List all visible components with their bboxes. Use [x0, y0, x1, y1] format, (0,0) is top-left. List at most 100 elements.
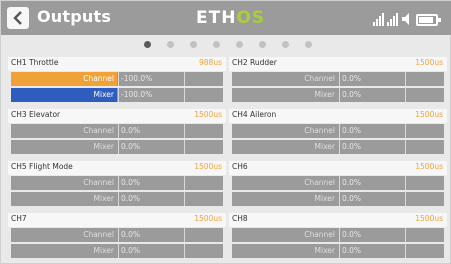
channel-label: Channel: [304, 74, 335, 83]
channel-label: Channel: [83, 230, 114, 239]
channel-name: CH4 Aileron: [232, 110, 277, 119]
channel-name: CH6: [232, 162, 248, 171]
channel-header: CH6 1500us: [229, 161, 447, 175]
mixer-row: Mixer 0.0%: [232, 244, 444, 258]
mixer-row: Mixer 0.0%: [11, 244, 223, 258]
channel-name: CH8: [232, 214, 248, 223]
channel-label: Channel: [304, 178, 335, 187]
mixer-row: Mixer 0.0%: [232, 192, 444, 206]
page-dot[interactable]: [167, 41, 174, 48]
channel-header: CH3 Elevator 1500us: [8, 109, 226, 123]
mixer-row: Mixer -100.0%: [11, 88, 223, 102]
channel-output-value: 1500us: [415, 214, 443, 223]
channel-label: Channel: [83, 178, 114, 187]
channel-label: Channel: [11, 72, 117, 86]
mixer-row: Mixer 0.0%: [232, 88, 444, 102]
mixer-percent: -100.0%: [121, 90, 153, 99]
channel-output-value: 1500us: [415, 110, 443, 119]
logo-accent-text: OS: [236, 8, 266, 28]
channel-card[interactable]: CH3 Elevator 1500us Channel 0.0% Mixer 0…: [8, 109, 226, 157]
channel-name: CH7: [11, 214, 27, 223]
status-icons: [373, 10, 441, 26]
mixer-label: Mixer: [93, 194, 114, 203]
channel-output-value: 1500us: [194, 214, 222, 223]
mixer-label: Mixer: [11, 88, 117, 102]
logo-main-text: ETH: [196, 8, 237, 28]
channel-percent: 0.0%: [342, 178, 362, 187]
mixer-label: Mixer: [93, 142, 114, 151]
channel-name: CH2 Rudder: [232, 58, 277, 67]
channel-percent: 0.0%: [342, 126, 362, 135]
page-dot[interactable]: [190, 41, 197, 48]
mixer-percent: 0.0%: [121, 194, 141, 203]
mixer-label: Mixer: [314, 90, 335, 99]
channel-header: CH5 Flight Mode 1500us: [8, 161, 226, 175]
page-dot[interactable]: [282, 41, 289, 48]
channel-percent: 0.0%: [121, 126, 141, 135]
page-title: Outputs: [37, 7, 112, 26]
channel-row: Channel 0.0%: [11, 228, 223, 242]
channel-output-value: 1500us: [194, 162, 222, 171]
page-dot[interactable]: [213, 41, 220, 48]
outputs-screen: Outputs ETHOS CH1 Throttle 988us Channel…: [0, 0, 451, 264]
page-dot[interactable]: [259, 41, 266, 48]
mixer-percent: 0.0%: [342, 90, 362, 99]
back-button[interactable]: [7, 7, 29, 29]
channel-percent: 0.0%: [121, 178, 141, 187]
channel-name: CH1 Throttle: [11, 58, 59, 67]
mixer-percent: 0.0%: [121, 142, 141, 151]
mixer-label: Mixer: [93, 246, 114, 255]
channel-label: Channel: [83, 126, 114, 135]
channel-card[interactable]: CH4 Aileron 1500us Channel 0.0% Mixer 0.…: [229, 109, 447, 157]
speaker-icon: [402, 13, 409, 25]
channel-percent: 0.0%: [121, 230, 141, 239]
channel-card[interactable]: CH2 Rudder 1500us Channel 0.0% Mixer 0.0…: [229, 57, 447, 105]
battery-icon: [416, 14, 441, 26]
channel-header: CH7 1500us: [8, 213, 226, 227]
channel-card[interactable]: CH6 1500us Channel 0.0% Mixer 0.0%: [229, 161, 447, 209]
channel-header: CH1 Throttle 988us: [8, 57, 226, 71]
channel-card[interactable]: CH7 1500us Channel 0.0% Mixer 0.0%: [8, 213, 226, 261]
mixer-row: Mixer 0.0%: [232, 140, 444, 154]
channel-card[interactable]: CH5 Flight Mode 1500us Channel 0.0% Mixe…: [8, 161, 226, 209]
header-bar: Outputs ETHOS: [1, 1, 451, 35]
channel-percent: 0.0%: [342, 230, 362, 239]
channel-card[interactable]: CH1 Throttle 988us Channel -100.0% Mixer…: [8, 57, 226, 105]
mixer-percent: 0.0%: [342, 142, 362, 151]
mixer-percent: 0.0%: [121, 246, 141, 255]
channel-output-value: 1500us: [415, 58, 443, 67]
mixer-label: Mixer: [314, 142, 335, 151]
channel-output-value: 988us: [199, 58, 222, 67]
channel-header: CH4 Aileron 1500us: [229, 109, 447, 123]
mixer-label: Mixer: [314, 246, 335, 255]
channel-row: Channel 0.0%: [232, 72, 444, 86]
channel-label: Channel: [304, 230, 335, 239]
channel-output-value: 1500us: [415, 162, 443, 171]
channel-row: Channel -100.0%: [11, 72, 223, 86]
chevron-left-icon: [13, 11, 22, 25]
page-dot[interactable]: [305, 41, 312, 48]
page-dot[interactable]: [236, 41, 243, 48]
mixer-percent: 0.0%: [342, 194, 362, 203]
channel-row: Channel 0.0%: [232, 176, 444, 190]
channel-name: CH5 Flight Mode: [11, 162, 73, 171]
page-indicator: [1, 39, 451, 51]
channel-row: Channel 0.0%: [232, 228, 444, 242]
mixer-row: Mixer 0.0%: [11, 192, 223, 206]
channel-row: Channel 0.0%: [11, 176, 223, 190]
channel-card[interactable]: CH8 1500us Channel 0.0% Mixer 0.0%: [229, 213, 447, 261]
channel-output-value: 1500us: [194, 110, 222, 119]
mixer-percent: 0.0%: [342, 246, 362, 255]
channel-header: CH2 Rudder 1500us: [229, 57, 447, 71]
channel-name: CH3 Elevator: [11, 110, 61, 119]
channel-header: CH8 1500us: [229, 213, 447, 227]
channel-percent: 0.0%: [342, 74, 362, 83]
channel-percent: -100.0%: [121, 74, 153, 83]
channel-row: Channel 0.0%: [11, 124, 223, 138]
channel-label: Channel: [304, 126, 335, 135]
signal-bars-icon: [387, 13, 398, 26]
signal-bars-icon: [373, 13, 384, 26]
channel-row: Channel 0.0%: [232, 124, 444, 138]
ethos-logo: ETHOS: [196, 8, 265, 28]
page-dot[interactable]: [144, 41, 151, 48]
